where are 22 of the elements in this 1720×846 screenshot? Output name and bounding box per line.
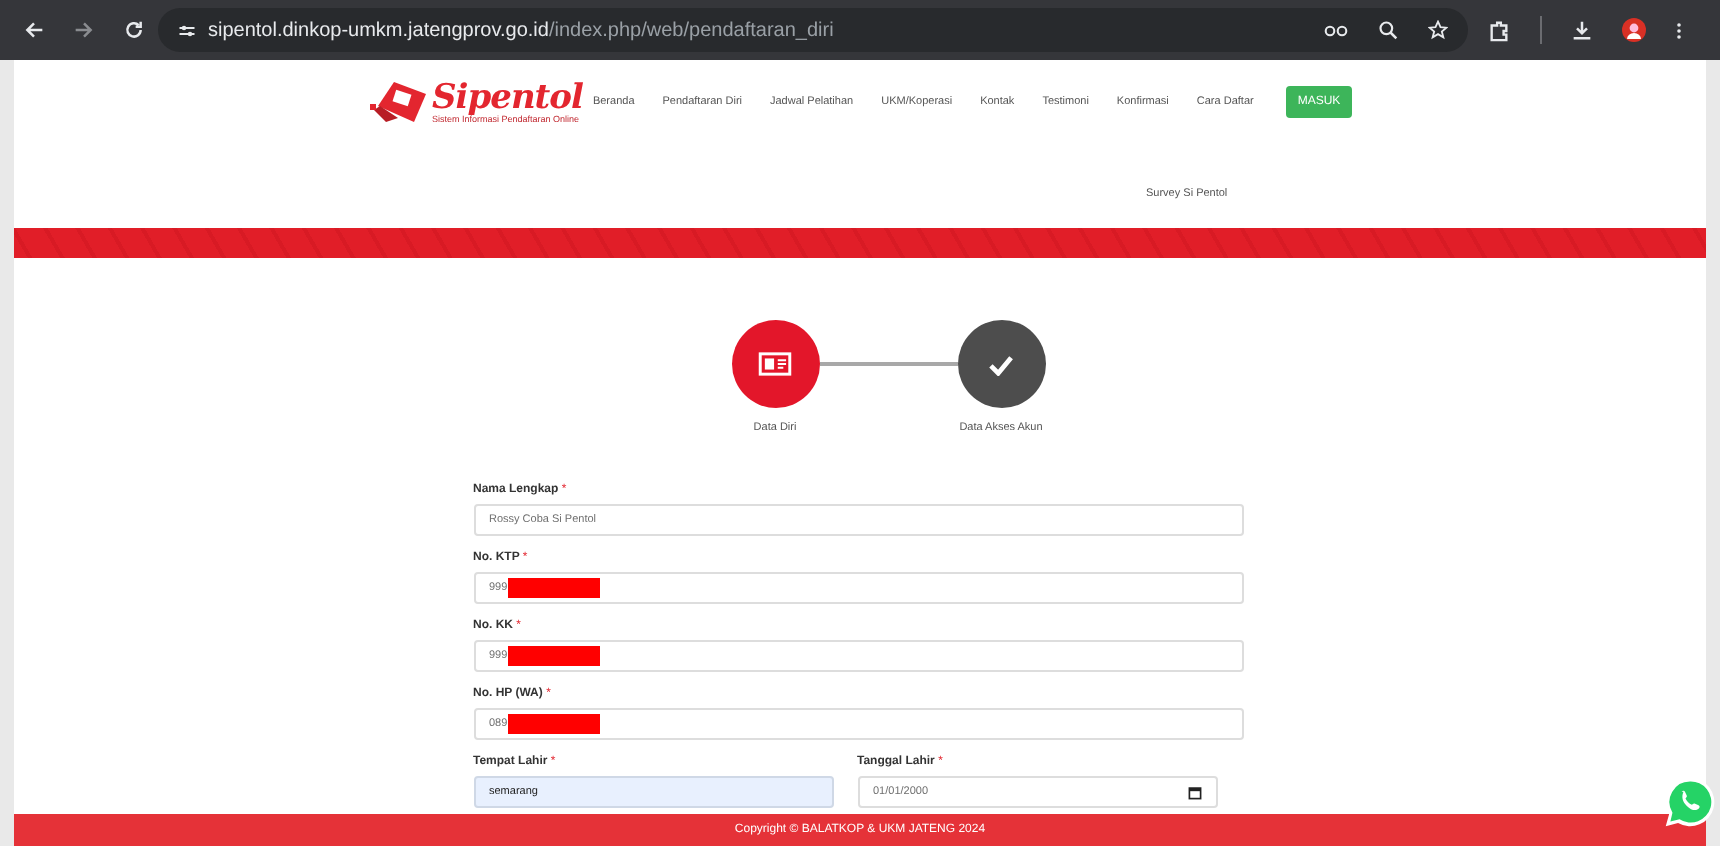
star-icon[interactable] (1428, 20, 1448, 40)
url-text: sipentol.dinkop-umkm.jatengprov.go.id/index.php/web/pendaftaran_diri (208, 19, 834, 41)
key-icon[interactable] (1324, 23, 1348, 37)
calendar-icon[interactable] (1187, 785, 1201, 799)
check-icon (988, 353, 1014, 375)
profile-avatar[interactable] (1622, 18, 1646, 42)
logo-title: Sipentol (432, 81, 583, 115)
forward-icon[interactable] (74, 20, 94, 40)
download-icon[interactable] (1572, 20, 1592, 40)
id-card-icon (758, 352, 792, 376)
step-connector (819, 362, 957, 366)
back-icon[interactable] (24, 20, 44, 40)
zoom-icon[interactable] (1378, 20, 1398, 40)
menu-icon[interactable] (1676, 19, 1682, 41)
redaction-mark (507, 646, 600, 666)
extensions-icon[interactable] (1488, 19, 1510, 41)
address-bar[interactable]: sipentol.dinkop-umkm.jatengprov.go.id/index.php/web/pendaftaran_diri (158, 8, 1468, 52)
reload-icon[interactable] (124, 20, 144, 40)
logo-drawing (370, 78, 430, 126)
site-info-icon[interactable] (178, 21, 196, 39)
redaction-mark (507, 578, 600, 598)
redaction-mark (507, 714, 600, 734)
